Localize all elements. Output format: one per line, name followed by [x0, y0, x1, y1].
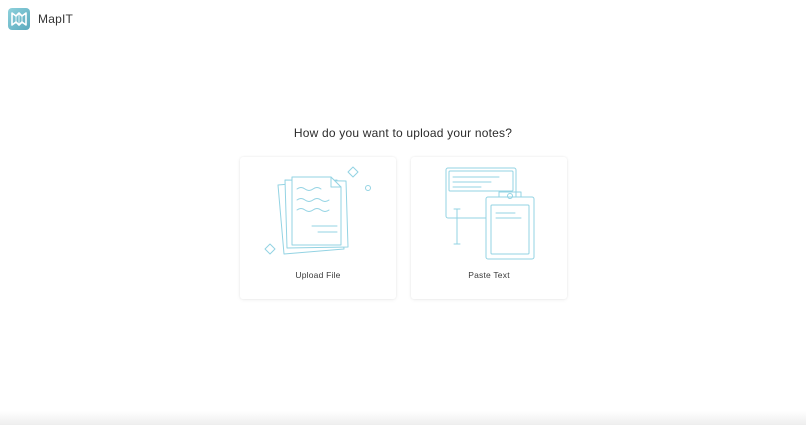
page: MapIT How do you want to upload your not… — [0, 0, 806, 425]
upload-file-label: Upload File — [295, 270, 341, 280]
upload-file-card[interactable]: Upload File — [240, 157, 396, 299]
map-logo-icon[interactable] — [8, 8, 30, 30]
upload-file-illustration — [264, 166, 371, 255]
paste-text-label: Paste Text — [468, 270, 510, 280]
header: MapIT — [8, 7, 73, 31]
bottom-fade — [0, 411, 806, 425]
upload-question-heading: How do you want to upload your notes? — [293, 126, 513, 140]
paste-text-illustration — [445, 167, 535, 260]
paste-text-card[interactable]: Paste Text — [411, 157, 567, 299]
app-name: MapIT — [38, 12, 74, 26]
